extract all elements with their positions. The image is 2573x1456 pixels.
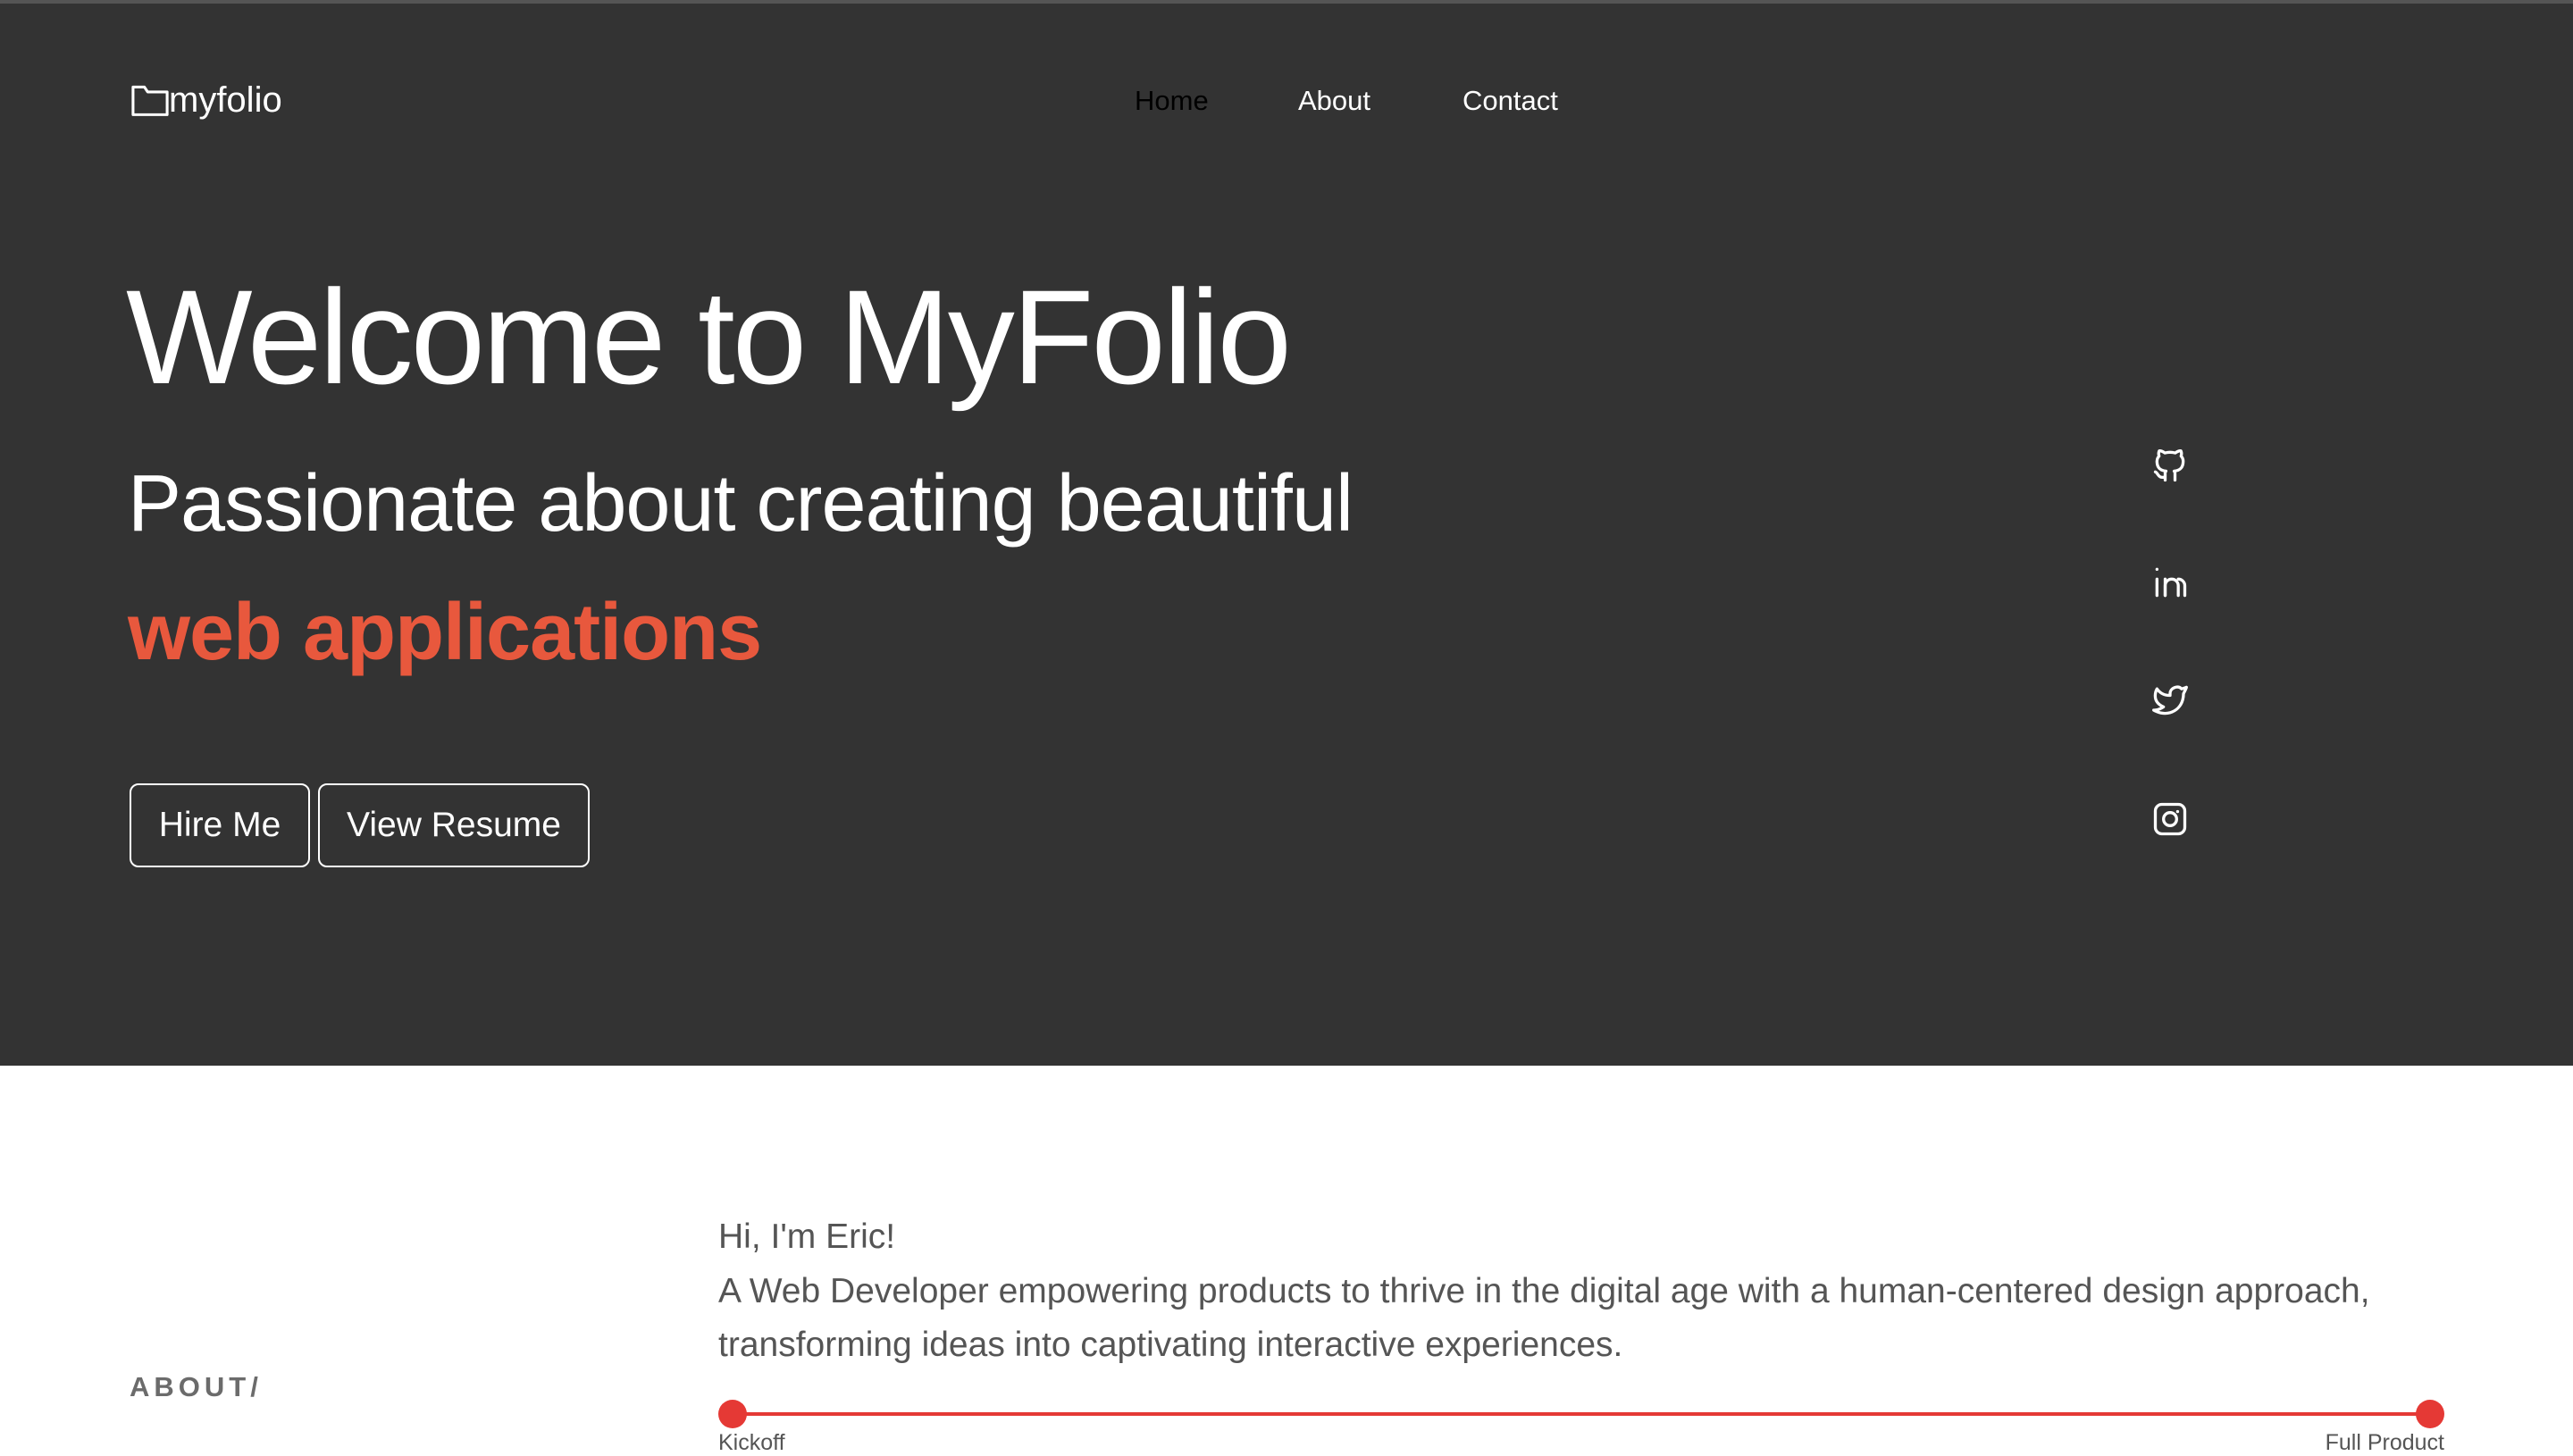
nav-home[interactable]: Home [1135, 84, 1209, 118]
about-label: ABOUT/ [130, 1371, 263, 1402]
view-resume-button[interactable]: View Resume [318, 783, 590, 867]
timeline-end-dot [2416, 1400, 2444, 1428]
folder-icon [131, 85, 169, 116]
github-link[interactable] [2150, 446, 2190, 485]
instagram-icon [2153, 802, 2187, 836]
nav-contact[interactable]: Contact [1463, 84, 1558, 118]
timeline-end-label: Full Product [2325, 1430, 2444, 1455]
timeline-start-dot [718, 1400, 747, 1428]
nav-about[interactable]: About [1298, 84, 1370, 118]
hero-highlight: web applications [128, 588, 762, 677]
linkedin-icon [2155, 567, 2187, 598]
about-description: A Web Developer empowering products to t… [718, 1272, 2370, 1364]
hero-headline: Welcome to MyFolio [126, 262, 1292, 412]
hero-section: myfolio Home About Contact Welcome to My… [0, 4, 2573, 1066]
brand-name: myfolio [169, 80, 282, 120]
instagram-link[interactable] [2150, 799, 2190, 839]
hire-me-button[interactable]: Hire Me [130, 783, 310, 867]
hero-subline: Passionate about creating beautiful [128, 459, 1354, 548]
brand-logo[interactable]: myfolio [130, 79, 282, 121]
twitter-link[interactable] [2150, 681, 2190, 720]
about-greeting: Hi, I'm Eric! [718, 1218, 896, 1256]
twitter-icon [2152, 685, 2188, 715]
timeline-start-label: Kickoff [718, 1430, 785, 1455]
linkedin-link[interactable] [2150, 563, 2190, 602]
github-icon [2153, 448, 2185, 482]
timeline-track [733, 1412, 2430, 1416]
